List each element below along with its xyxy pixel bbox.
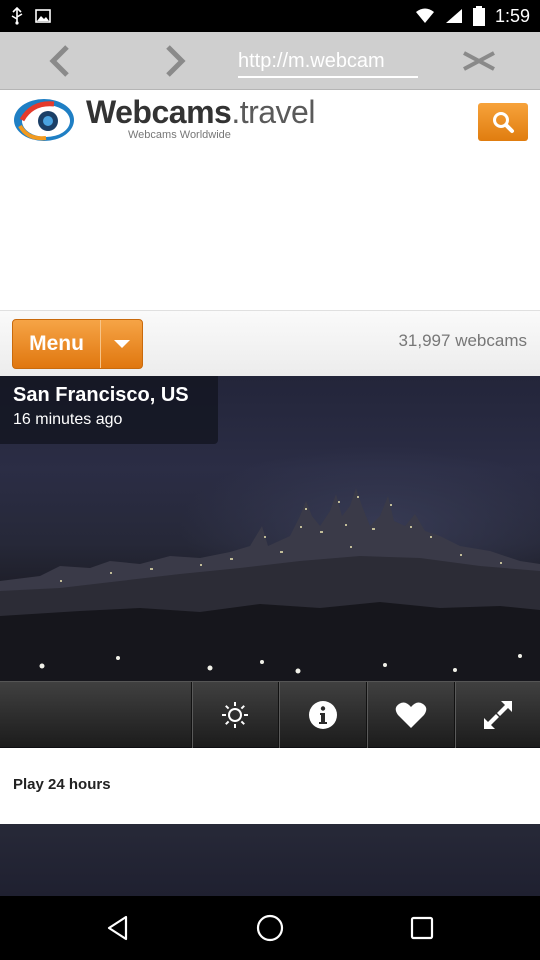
chevron-down-icon xyxy=(113,340,130,348)
notification-icons xyxy=(8,0,52,32)
clock: 1:59 xyxy=(494,5,530,26)
menu-button[interactable]: Menu xyxy=(12,319,143,369)
fullscreen-button[interactable] xyxy=(454,682,540,748)
home-icon xyxy=(256,914,284,942)
system-icons: 1:59 xyxy=(415,0,530,32)
brand-rest: .travel xyxy=(231,94,315,130)
search-button[interactable] xyxy=(478,103,528,141)
signal-icon xyxy=(445,9,462,23)
forward-button[interactable] xyxy=(145,32,205,90)
navigation-bar xyxy=(0,896,540,960)
url-field[interactable]: http://m.webcam xyxy=(238,44,418,78)
next-webcam-preview[interactable] xyxy=(0,824,540,896)
usb-icon xyxy=(11,7,23,25)
chevron-right-icon xyxy=(166,45,186,77)
nav-recents-button[interactable] xyxy=(362,896,482,960)
battery-icon xyxy=(472,6,485,26)
back-button[interactable] xyxy=(30,32,90,90)
favorite-button[interactable] xyxy=(366,682,454,748)
chevron-left-icon xyxy=(49,45,69,77)
info-button[interactable] xyxy=(278,682,366,748)
webcams-logo[interactable] xyxy=(12,96,76,144)
screen: 1:59 http://m.webcam Webcams.travel Webc… xyxy=(0,0,540,960)
nav-back-button[interactable] xyxy=(58,896,178,960)
webcam-controls xyxy=(0,681,540,748)
close-button[interactable] xyxy=(446,32,512,90)
nav-home-button[interactable] xyxy=(210,896,330,960)
brand-bold: Webcams xyxy=(86,94,232,130)
fullscreen-icon xyxy=(483,701,512,729)
play-24-hours-link[interactable]: Play 24 hours xyxy=(13,776,111,793)
info-icon xyxy=(308,701,337,729)
search-icon xyxy=(493,112,514,133)
brightness-icon xyxy=(222,702,248,728)
status-bar: 1:59 xyxy=(0,0,540,32)
menu-bar: Menu 31,997 webcams xyxy=(0,310,540,376)
browser-toolbar: http://m.webcam xyxy=(0,32,540,90)
webcam-caption: San Francisco, US 16 minutes ago xyxy=(0,376,218,444)
webcam-location: San Francisco, US xyxy=(13,384,189,406)
recents-icon xyxy=(410,916,434,940)
webcam-updated: 16 minutes ago xyxy=(13,411,123,428)
menu-label: Menu xyxy=(13,320,101,368)
menu-dropdown[interactable] xyxy=(101,320,142,368)
brand: Webcams.travel Webcams Worldwide xyxy=(86,94,315,141)
webcam-count: 31,997 webcams xyxy=(398,331,527,350)
close-icon xyxy=(463,51,495,71)
site-header: Webcams.travel Webcams Worldwide xyxy=(0,90,540,152)
brightness-button[interactable] xyxy=(191,682,278,748)
back-icon xyxy=(107,915,128,941)
webcam-image[interactable]: San Francisco, US 16 minutes ago xyxy=(0,376,540,748)
photo-icon xyxy=(35,9,51,23)
play-section: Play 24 hours xyxy=(0,748,540,824)
wifi-icon xyxy=(415,8,434,23)
heart-icon xyxy=(395,702,426,728)
